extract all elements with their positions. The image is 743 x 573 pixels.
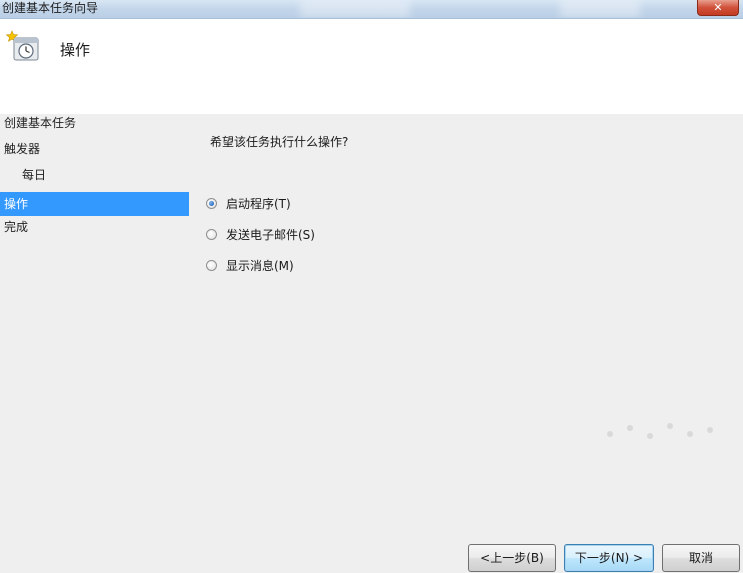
option-label[interactable]: 显示消息(M)	[226, 257, 294, 275]
back-button[interactable]: <上一步(B)	[468, 544, 556, 572]
watermark-graphic	[607, 423, 713, 439]
radio-send-email[interactable]	[206, 229, 217, 240]
question-text: 希望该任务执行什么操作?	[210, 135, 349, 149]
radio-show-message[interactable]	[206, 260, 217, 271]
title-bar-glass	[300, 0, 410, 18]
window-title: 创建基本任务向导	[2, 1, 99, 15]
option-label[interactable]: 启动程序(T)	[226, 195, 291, 213]
step-trigger: 触发器	[4, 142, 41, 156]
next-button[interactable]: 下一步(N) >	[564, 544, 654, 572]
task-scheduler-icon	[6, 30, 39, 61]
close-button[interactable]: ✕	[697, 0, 739, 16]
wizard-content: 创建基本任务 触发器 每日 操作 完成 希望该任务执行什么操作? 启动程序(T)…	[0, 114, 743, 573]
step-finish: 完成	[4, 220, 29, 234]
radio-start-program[interactable]	[206, 198, 217, 209]
cancel-button[interactable]: 取消	[662, 544, 740, 572]
page-title: 操作	[60, 41, 91, 59]
title-bar: 创建基本任务向导 ✕	[0, 0, 743, 19]
option-label[interactable]: 发送电子邮件(S)	[226, 226, 315, 244]
step-action: 操作	[0, 192, 189, 216]
step-create-basic-task: 创建基本任务	[4, 116, 77, 130]
close-icon: ✕	[713, 1, 723, 14]
radio-selected-dot	[209, 201, 214, 206]
wizard-header: 操作	[0, 19, 743, 114]
step-daily: 每日	[22, 168, 47, 182]
title-bar-glass	[560, 0, 640, 18]
